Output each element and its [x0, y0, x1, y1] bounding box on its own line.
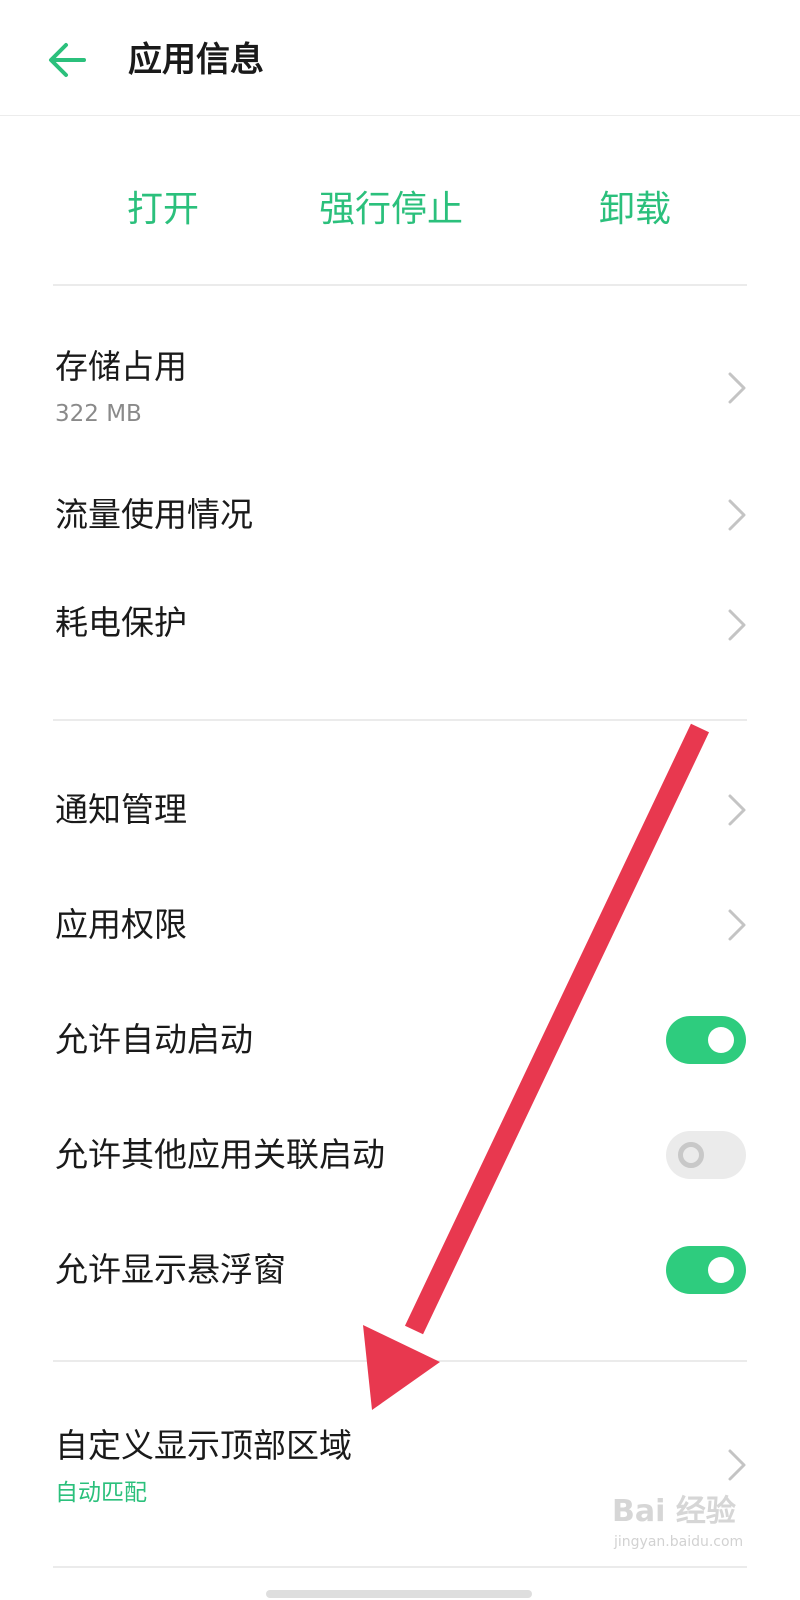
watermark: Bai 经验 jingyan.baidu.com — [612, 1486, 762, 1560]
permissions-title: 应用权限 — [55, 905, 187, 944]
associated-start-row: 允许其他应用关联启动 — [0, 1110, 800, 1200]
battery-row[interactable]: 耗电保护 — [0, 580, 800, 670]
open-button[interactable]: 打开 — [113, 170, 213, 250]
top-area-value: 自动匹配 — [55, 1480, 147, 1506]
chevron-right-icon — [728, 372, 746, 404]
chevron-right-icon — [728, 1449, 746, 1481]
top-area-title: 自定义显示顶部区域 — [55, 1426, 352, 1465]
chevron-right-icon — [728, 909, 746, 941]
battery-title: 耗电保护 — [55, 603, 187, 642]
storage-title: 存储占用 — [55, 347, 187, 386]
chevron-right-icon — [728, 609, 746, 641]
divider — [53, 1566, 747, 1568]
divider — [53, 284, 747, 286]
storage-value: 322 MB — [55, 401, 142, 427]
auto-start-title: 允许自动启动 — [55, 1020, 253, 1059]
divider — [53, 719, 747, 721]
back-button[interactable] — [40, 34, 96, 86]
data-usage-title: 流量使用情况 — [55, 495, 253, 534]
watermark-brand: Bai 经验 — [612, 1494, 736, 1529]
notifications-title: 通知管理 — [55, 790, 187, 829]
permissions-row[interactable]: 应用权限 — [0, 880, 800, 970]
chevron-right-icon — [728, 499, 746, 531]
associated-start-toggle[interactable] — [666, 1131, 746, 1179]
toggle-knob — [678, 1142, 704, 1168]
action-bar: 打开 强行停止 卸载 — [53, 170, 747, 250]
divider — [53, 1360, 747, 1362]
uninstall-button[interactable]: 卸载 — [585, 170, 685, 250]
page-title: 应用信息 — [128, 40, 264, 80]
app-bar: 应用信息 — [0, 0, 800, 116]
data-usage-row[interactable]: 流量使用情况 — [0, 470, 800, 560]
storage-row[interactable]: 存储占用 322 MB — [0, 330, 800, 450]
home-indicator[interactable] — [266, 1590, 532, 1598]
floating-window-title: 允许显示悬浮窗 — [55, 1250, 286, 1289]
floating-window-toggle[interactable] — [666, 1246, 746, 1294]
toggle-knob — [708, 1027, 734, 1053]
associated-start-title: 允许其他应用关联启动 — [55, 1135, 385, 1174]
floating-window-row: 允许显示悬浮窗 — [0, 1225, 800, 1315]
auto-start-row: 允许自动启动 — [0, 995, 800, 1085]
auto-start-toggle[interactable] — [666, 1016, 746, 1064]
chevron-right-icon — [728, 794, 746, 826]
arrow-left-icon — [49, 43, 86, 77]
watermark-url: jingyan.baidu.com — [614, 1534, 744, 1550]
notifications-row[interactable]: 通知管理 — [0, 765, 800, 855]
toggle-knob — [708, 1257, 734, 1283]
force-stop-button[interactable]: 强行停止 — [311, 170, 471, 250]
